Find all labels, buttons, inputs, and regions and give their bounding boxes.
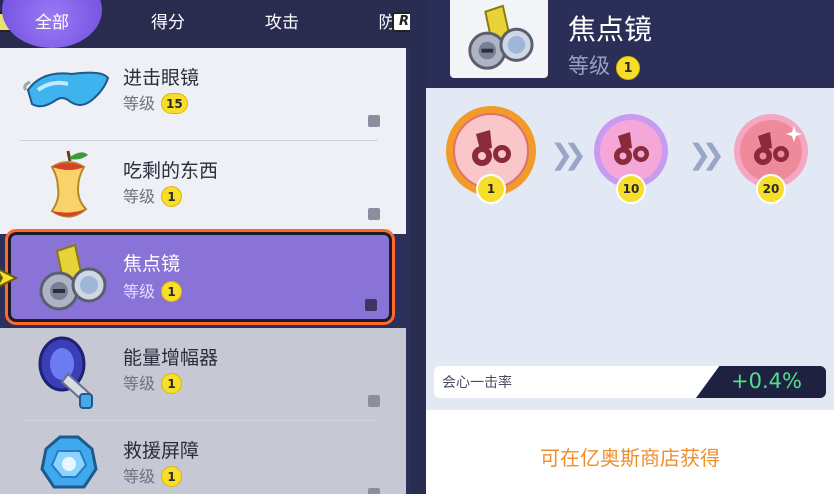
level-badge: 1 [161, 281, 183, 302]
chevron-right-icon: ❯❯ [550, 138, 587, 171]
availability-text: 可在亿奥斯商店获得 [540, 446, 720, 470]
goggles-icon [23, 71, 110, 108]
level-label: 等级 [123, 94, 156, 113]
stat-label: 会心一击率 [442, 375, 512, 391]
held-item-list: 进击眼镜 等级 15 吃剩的东西 等级 1 能量增幅器 等级 1 救援屏障 等级… [0, 48, 406, 494]
upgrade-stage-1: 1 [444, 104, 538, 204]
chevron-right-icon: ❯❯ [688, 138, 725, 171]
item-list-panel: 全部 得分 攻击 防 R 进击眼镜 等级 15 吃剩的东西 等级 1 能量增幅器… [0, 0, 410, 494]
list-item[interactable]: 进击眼镜 等级 15 [0, 48, 406, 141]
detail-title: 焦点镜 [568, 13, 653, 46]
item-name: 救援屏障 [123, 440, 200, 462]
energy-amplifier-icon [38, 336, 93, 409]
selection-cursor-icon [0, 268, 19, 288]
stat-value: +0.4% [731, 369, 802, 393]
item-level: 等级 1 [123, 278, 183, 302]
list-item-selected[interactable]: 焦点镜 等级 1 [5, 229, 395, 325]
availability-footer: 可在亿奥斯商店获得 [426, 410, 834, 494]
item-name: 吃剩的东西 [123, 160, 219, 182]
level-badge: 1 [616, 56, 640, 80]
upgrade-stage-10: 10 [592, 112, 670, 204]
list-item[interactable]: 救援屏障 等级 1 [0, 421, 406, 494]
stat-row: 会心一击率 +0.4% [434, 366, 826, 398]
tab-attack[interactable]: 攻击 [242, 0, 322, 48]
level-label: 等级 [123, 374, 156, 393]
detail-level: 等级 1 [568, 50, 640, 80]
upgrade-stage-20: 20 [732, 112, 810, 204]
item-detail-panel: 焦点镜 等级 1 1 ❯❯ 10 ❯❯ 20 会心一击率 +0.4% 可在亿奥斯… [426, 0, 834, 494]
level-badge: 1 [161, 373, 183, 394]
tab-score[interactable]: 得分 [128, 0, 208, 48]
tab-all[interactable]: 全部 [2, 0, 102, 48]
level-label: 等级 [123, 187, 156, 206]
detail-header: 焦点镜 等级 1 [426, 0, 834, 88]
tab-label: 攻击 [265, 13, 299, 33]
rescue-shield-icon [40, 435, 98, 489]
item-level: 等级 1 [123, 463, 183, 487]
item-name: 进击眼镜 [123, 67, 200, 89]
stage-level-badge: 10 [616, 174, 646, 204]
item-level: 等级 1 [123, 370, 183, 394]
level-badge: 15 [161, 93, 188, 114]
r-button-hint: R [392, 12, 410, 32]
owned-marker [368, 395, 380, 407]
owned-marker [368, 488, 380, 494]
level-badge: 1 [161, 186, 183, 207]
level-label: 等级 [123, 282, 156, 301]
detail-thumbnail [450, 0, 548, 78]
level-label: 等级 [568, 54, 610, 78]
item-name: 焦点镜 [123, 253, 181, 275]
item-level: 等级 1 [123, 183, 183, 207]
owned-marker [365, 299, 377, 311]
tab-label: 全部 [35, 13, 69, 33]
item-level: 等级 15 [123, 90, 188, 114]
scope-lens-icon [39, 243, 107, 311]
level-badge: 1 [161, 466, 183, 487]
apple-core-icon [50, 150, 88, 218]
list-item[interactable]: 能量增幅器 等级 1 [0, 328, 406, 421]
scope-lens-icon [468, 4, 534, 70]
tab-label: 得分 [151, 13, 185, 33]
item-name: 能量增幅器 [123, 347, 219, 369]
list-item[interactable]: 吃剩的东西 等级 1 [0, 141, 406, 234]
category-tabs: 全部 得分 攻击 防 R [0, 0, 410, 48]
owned-marker [368, 115, 380, 127]
stage-level-badge: 20 [756, 174, 786, 204]
owned-marker [368, 208, 380, 220]
stage-level-badge: 1 [476, 174, 506, 204]
level-label: 等级 [123, 467, 156, 486]
